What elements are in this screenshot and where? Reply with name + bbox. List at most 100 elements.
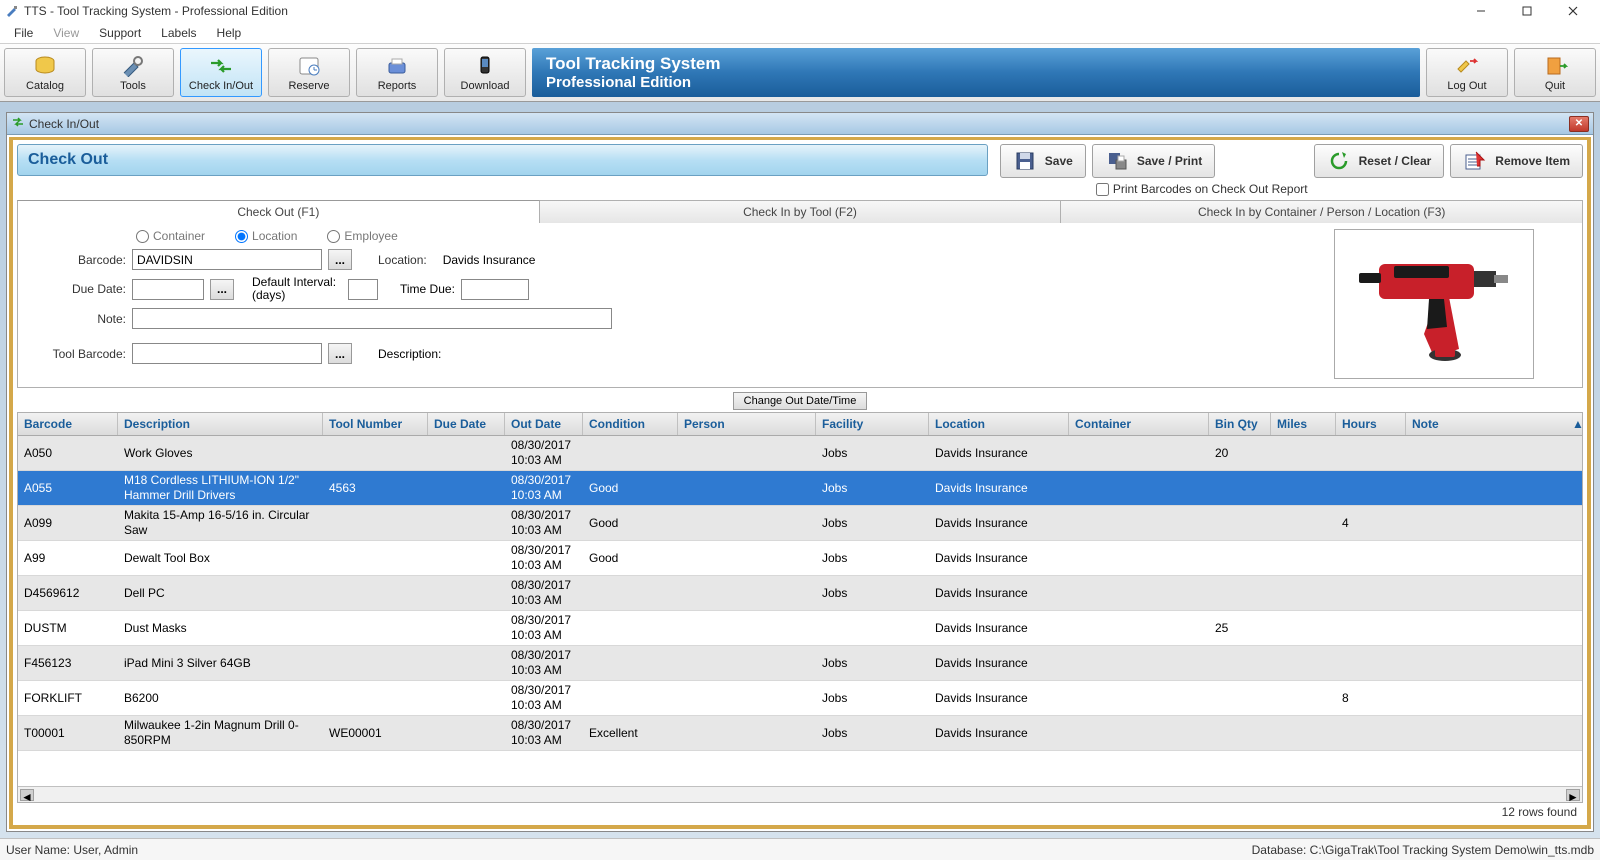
col-miles[interactable]: Miles <box>1271 413 1336 435</box>
cell-desc: Work Gloves <box>118 444 323 463</box>
menu-help[interactable]: Help <box>207 24 252 42</box>
minimize-button[interactable] <box>1458 0 1504 22</box>
cell-cont <box>1069 661 1209 665</box>
change-out-date-button[interactable]: Change Out Date/Time <box>733 392 868 410</box>
radio-location[interactable]: Location <box>235 229 297 243</box>
cell-desc: iPad Mini 3 Silver 64GB <box>118 654 323 673</box>
table-row[interactable]: T00001Milwaukee 1-2in Magnum Drill 0-850… <box>18 716 1582 751</box>
col-note[interactable]: Note <box>1406 413 1566 435</box>
cell-due <box>428 556 505 560</box>
horizontal-scrollbar[interactable]: ◄ ► <box>18 786 1582 802</box>
tab-checkin-container[interactable]: Check In by Container / Person / Locatio… <box>1061 200 1583 223</box>
table-row[interactable]: A055M18 Cordless LITHIUM-ION 1/2" Hammer… <box>18 471 1582 506</box>
due-date-picker-button[interactable]: ... <box>210 279 234 300</box>
toolbar-logout-button[interactable]: Log Out <box>1426 48 1508 97</box>
cell-cont <box>1069 556 1209 560</box>
menu-support[interactable]: Support <box>89 24 151 42</box>
table-row[interactable]: A050Work Gloves08/30/2017 10:03 AMJobsDa… <box>18 436 1582 471</box>
cell-person <box>678 556 816 560</box>
scroll-right-button[interactable]: ► <box>1566 789 1580 801</box>
cell-cont <box>1069 591 1209 595</box>
toolbar-checkinout-button[interactable]: Check In/Out <box>180 48 262 97</box>
scroll-left-button[interactable]: ◄ <box>20 789 34 801</box>
cell-due <box>428 591 505 595</box>
cell-barcode: D4569612 <box>18 584 118 603</box>
save-print-button[interactable]: Save / Print <box>1092 144 1215 178</box>
due-date-input[interactable] <box>132 279 204 300</box>
cell-desc: Dell PC <box>118 584 323 603</box>
col-condition[interactable]: Condition <box>583 413 678 435</box>
tabs: Check Out (F1) Check In by Tool (F2) Che… <box>17 200 1583 223</box>
drill-icon <box>1349 239 1519 369</box>
col-barcode[interactable]: Barcode <box>18 413 118 435</box>
cell-tool: 4563 <box>323 479 428 498</box>
col-tool-number[interactable]: Tool Number <box>323 413 428 435</box>
cell-cont <box>1069 731 1209 735</box>
radio-container[interactable]: Container <box>136 229 205 243</box>
cell-barcode: DUSTM <box>18 619 118 638</box>
tool-barcode-input[interactable] <box>132 343 322 364</box>
cell-miles <box>1271 731 1336 735</box>
toolbar-download-button[interactable]: Download <box>444 48 526 97</box>
cell-tool <box>323 661 428 665</box>
toolbar-quit-button[interactable]: Quit <box>1514 48 1596 97</box>
col-out-date[interactable]: Out Date <box>505 413 583 435</box>
menu-view[interactable]: View <box>43 24 89 42</box>
cell-hours <box>1336 451 1406 455</box>
barcode-browse-button[interactable]: ... <box>328 249 352 270</box>
col-hours[interactable]: Hours <box>1336 413 1406 435</box>
cell-hours <box>1336 591 1406 595</box>
table-row[interactable]: A099Makita 15-Amp 16-5/16 in. Circular S… <box>18 506 1582 541</box>
time-due-input[interactable] <box>461 279 529 300</box>
col-person[interactable]: Person <box>678 413 816 435</box>
cell-out: 08/30/2017 10:03 AM <box>505 541 583 575</box>
cell-due <box>428 696 505 700</box>
table-row[interactable]: FORKLIFTB620008/30/2017 10:03 AMJobsDavi… <box>18 681 1582 716</box>
due-date-label: Due Date: <box>26 282 126 296</box>
col-due-date[interactable]: Due Date <box>428 413 505 435</box>
cell-fac: Jobs <box>816 584 929 603</box>
col-bin-qty[interactable]: Bin Qty <box>1209 413 1271 435</box>
menu-labels[interactable]: Labels <box>151 24 206 42</box>
table-row[interactable]: F456123iPad Mini 3 Silver 64GB08/30/2017… <box>18 646 1582 681</box>
default-interval-input[interactable] <box>348 279 378 300</box>
cell-hours <box>1336 486 1406 490</box>
reset-clear-button[interactable]: Reset / Clear <box>1314 144 1445 178</box>
col-description[interactable]: Description <box>118 413 323 435</box>
tool-barcode-browse-button[interactable]: ... <box>328 343 352 364</box>
cell-person <box>678 626 816 630</box>
cell-miles <box>1271 591 1336 595</box>
cell-barcode: F456123 <box>18 654 118 673</box>
note-input[interactable] <box>132 308 612 329</box>
toolbar-tools-button[interactable]: Tools <box>92 48 174 97</box>
tab-checkin-tool[interactable]: Check In by Tool (F2) <box>540 200 1062 223</box>
panel-close-button[interactable]: ✕ <box>1569 116 1589 132</box>
cell-cond <box>583 696 678 700</box>
print-barcodes-checkbox[interactable]: Print Barcodes on Check Out Report <box>1092 182 1308 196</box>
cell-loc: Davids Insurance <box>929 479 1069 498</box>
radio-employee[interactable]: Employee <box>327 229 397 243</box>
table-row[interactable]: A99Dewalt Tool Box08/30/2017 10:03 AMGoo… <box>18 541 1582 576</box>
remove-item-button[interactable]: Remove Item <box>1450 144 1583 178</box>
cell-due <box>428 661 505 665</box>
cell-note <box>1406 591 1582 595</box>
table-row[interactable]: DUSTMDust Masks08/30/2017 10:03 AMDavids… <box>18 611 1582 646</box>
cell-fac: Jobs <box>816 689 929 708</box>
toolbar-catalog-button[interactable]: Catalog <box>4 48 86 97</box>
close-button[interactable] <box>1550 0 1596 22</box>
tab-checkout[interactable]: Check Out (F1) <box>17 200 540 223</box>
cell-tool <box>323 556 428 560</box>
col-container[interactable]: Container <box>1069 413 1209 435</box>
barcode-input[interactable] <box>132 249 322 270</box>
save-button[interactable]: Save <box>1000 144 1086 178</box>
col-location[interactable]: Location <box>929 413 1069 435</box>
cell-fac: Jobs <box>816 654 929 673</box>
menu-file[interactable]: File <box>4 24 43 42</box>
toolbar-reports-button[interactable]: Reports <box>356 48 438 97</box>
toolbar-reserve-button[interactable]: Reserve <box>268 48 350 97</box>
maximize-button[interactable] <box>1504 0 1550 22</box>
table-row[interactable]: D4569612Dell PC08/30/2017 10:03 AMJobsDa… <box>18 576 1582 611</box>
cell-hours: 4 <box>1336 514 1406 533</box>
grid-body[interactable]: A050Work Gloves08/30/2017 10:03 AMJobsDa… <box>18 436 1582 786</box>
col-facility[interactable]: Facility <box>816 413 929 435</box>
